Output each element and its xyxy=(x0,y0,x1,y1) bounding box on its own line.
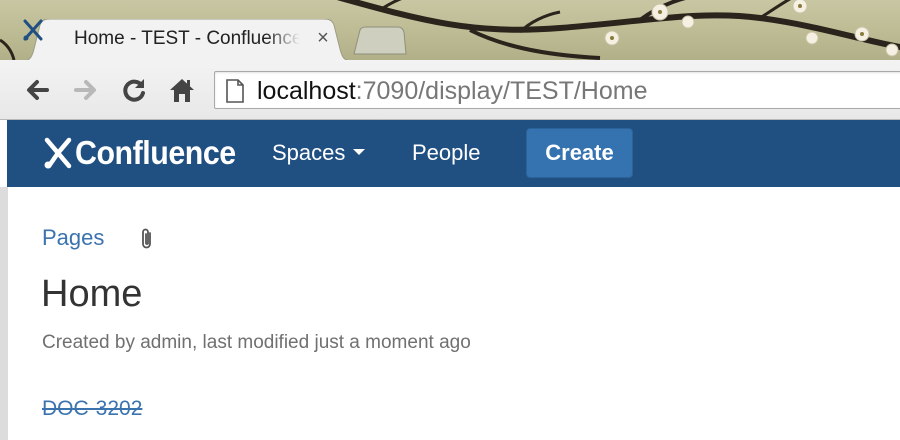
home-icon[interactable] xyxy=(167,75,197,105)
tab-title: Home - TEST - Confluence xyxy=(74,28,300,49)
close-icon[interactable]: × xyxy=(312,27,334,49)
spaces-label: Spaces xyxy=(272,140,346,165)
window-left-edge xyxy=(0,187,8,440)
brand-name: Confluence xyxy=(75,134,236,171)
create-button[interactable]: Create xyxy=(526,128,633,178)
url-text: localhost:7090/display/TEST/Home xyxy=(257,78,647,104)
browser-toolbar: localhost:7090/display/TEST/Home xyxy=(0,60,900,120)
back-arrow-icon[interactable] xyxy=(22,75,52,105)
jira-issue-link[interactable]: DOC-3202 xyxy=(42,397,142,421)
reload-icon[interactable] xyxy=(119,75,149,105)
browser-titlebar: Home - TEST - Confluence × xyxy=(0,0,900,60)
people-link[interactable]: People xyxy=(412,140,481,166)
new-tab-button[interactable] xyxy=(350,26,408,56)
page-icon xyxy=(226,79,244,103)
confluence-header: Confluence Spaces People Create xyxy=(7,120,900,187)
page-content: Pages Home Created by admin, last modifi… xyxy=(8,187,900,440)
spaces-menu[interactable]: Spaces xyxy=(272,140,366,166)
address-bar[interactable]: localhost:7090/display/TEST/Home xyxy=(214,71,900,109)
page-title: Home xyxy=(41,273,143,315)
page-metadata: Created by admin, last modified just a m… xyxy=(42,332,471,353)
attachment-icon[interactable] xyxy=(138,227,156,251)
url-host: localhost xyxy=(257,77,356,105)
confluence-favicon-icon xyxy=(23,19,43,41)
confluence-logo-icon xyxy=(44,137,72,169)
url-path: :7090/display/TEST/Home xyxy=(355,77,648,105)
chevron-down-icon xyxy=(353,149,366,156)
browser-tab-active[interactable]: Home - TEST - Confluence × xyxy=(22,19,352,60)
forward-arrow-icon[interactable] xyxy=(71,75,101,105)
breadcrumb-pages[interactable]: Pages xyxy=(42,225,104,251)
